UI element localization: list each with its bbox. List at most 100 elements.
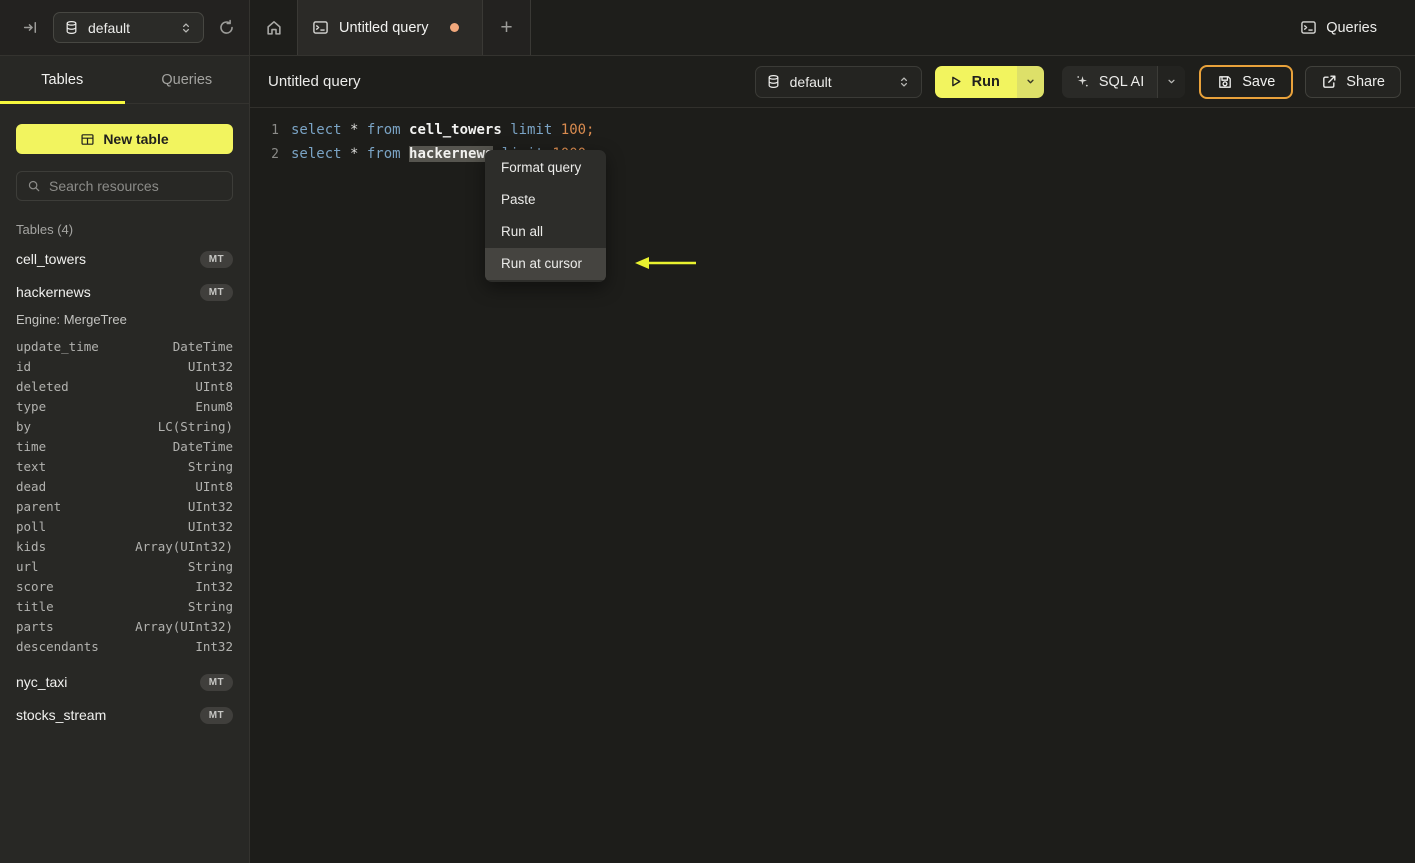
top-bar: default Untitled query + Queries (0, 0, 1415, 56)
column-row: poll UInt32 (16, 516, 233, 536)
terminal-icon (312, 19, 329, 36)
column-row: descendants Int32 (16, 636, 233, 656)
chevron-updown-icon (897, 75, 911, 89)
collapse-sidebar-button[interactable] (22, 19, 39, 36)
code-token: 100; (560, 122, 595, 138)
line-number: 2 (271, 146, 279, 162)
save-button[interactable]: Save (1199, 64, 1294, 99)
column-name: title (16, 598, 54, 614)
sql-ai-options-button[interactable] (1157, 65, 1186, 98)
code-line: 1 select * from cell_towers limit 100; (250, 118, 1415, 142)
table-engine-badge: MT (199, 250, 233, 268)
queries-button[interactable]: Queries (1300, 19, 1377, 36)
column-row: score Int32 (16, 576, 233, 596)
column-name: id (16, 358, 32, 374)
tab-untitled-query[interactable]: Untitled query (297, 0, 483, 55)
column-row: parts Array(UInt32) (16, 616, 233, 636)
code-token: select (291, 122, 351, 138)
column-name: score (16, 578, 54, 594)
chevron-down-icon (1165, 75, 1178, 88)
new-table-label: New table (103, 131, 169, 147)
run-options-button[interactable] (1016, 65, 1044, 98)
column-name: parent (16, 498, 62, 514)
topbar-database-value: default (88, 19, 131, 36)
run-button[interactable]: Run (934, 65, 1017, 98)
sql-ai-button[interactable]: SQL AI (1062, 66, 1157, 98)
code-token: select (291, 146, 351, 162)
menu-item-format-query[interactable]: Format query (485, 152, 606, 184)
play-icon (948, 74, 963, 89)
column-name: poll (16, 518, 47, 534)
sidebar-tables-list: cell_towers MT hackernews MT Engine: MergeTr… (16, 245, 233, 729)
tab-label: Untitled query (339, 19, 429, 36)
sql-editor[interactable]: 1 select * from cell_towers limit 100; 2 se… (250, 108, 1415, 863)
code-token: cell_towers (409, 122, 502, 138)
table-row[interactable]: cell_towers MT (16, 245, 233, 273)
chevron-updown-icon (179, 21, 193, 35)
table-grid-icon (80, 132, 95, 147)
column-row: by LC(String) (16, 416, 233, 436)
table-row[interactable]: hackernews MT (16, 278, 233, 306)
code-token: from (366, 146, 410, 162)
column-name: parts (16, 618, 54, 634)
column-row: title String (16, 596, 233, 616)
search-icon (27, 179, 41, 193)
column-name: deleted (16, 378, 69, 394)
share-icon (1321, 74, 1337, 90)
refresh-button[interactable] (218, 19, 235, 36)
plus-icon: + (500, 15, 513, 39)
query-title: Untitled query (268, 73, 361, 90)
column-name: update_time (16, 338, 99, 354)
save-button-label: Save (1242, 73, 1276, 90)
refresh-icon (218, 19, 235, 36)
sidebar-tab-tables[interactable]: Tables (0, 56, 125, 104)
share-button[interactable]: Share (1305, 65, 1401, 98)
column-type: UInt32 (187, 518, 233, 534)
table-row[interactable]: nyc_taxi MT (16, 668, 233, 696)
sql-ai-split-button: SQL AI (1061, 65, 1186, 98)
column-type: UInt32 (187, 358, 233, 374)
menu-item-run-all[interactable]: Run all (485, 216, 606, 248)
search-resources-input[interactable] (49, 178, 230, 194)
toolbar-database-selector[interactable]: default (754, 65, 922, 98)
sidebar-body: New table Tables (4) cell_towersMThacker… (0, 104, 249, 729)
topbar-database-selector[interactable]: default (53, 12, 204, 43)
column-name: time (16, 438, 47, 454)
menu-item-paste[interactable]: Paste (485, 184, 606, 216)
sparkles-icon (1075, 74, 1090, 89)
home-button[interactable] (250, 0, 297, 55)
column-type: DateTime (172, 338, 233, 354)
column-row: type Enum8 (16, 396, 233, 416)
chevron-down-icon (1024, 75, 1037, 88)
column-row: parent UInt32 (16, 496, 233, 516)
code-token: from (366, 122, 410, 138)
column-type: LC(String) (157, 418, 233, 434)
column-type: String (187, 598, 233, 614)
new-table-button[interactable]: New table (16, 124, 233, 154)
column-type: UInt32 (187, 498, 233, 514)
annotation-arrow (624, 254, 698, 272)
topbar-sidebar-controls: default (0, 0, 250, 55)
new-tab-button[interactable]: + (483, 0, 531, 55)
table-engine-label: Engine: MergeTree (16, 312, 127, 327)
menu-item-run-at-cursor[interactable]: Run at cursor (485, 248, 606, 280)
terminal-icon (1300, 19, 1317, 36)
table-row[interactable]: stocks_stream MT (16, 701, 233, 729)
column-row: update_time DateTime (16, 336, 233, 356)
column-type: String (187, 458, 233, 474)
code-lines: 1 select * from cell_towers limit 100; 2 se… (250, 118, 1415, 166)
table-name: stocks_stream (16, 707, 107, 723)
column-row: deleted UInt8 (16, 376, 233, 396)
query-toolbar: Untitled query default Run SQL AI Save S… (250, 56, 1415, 108)
line-number: 1 (271, 122, 279, 138)
sql-ai-label: SQL AI (1098, 73, 1145, 90)
sidebar: Tables Queries New table Tables (4) cell… (0, 56, 250, 863)
column-name: text (16, 458, 47, 474)
tables-section-label: Tables (4) (16, 222, 74, 237)
sidebar-tab-queries[interactable]: Queries (125, 56, 250, 103)
column-name: url (16, 558, 39, 574)
column-type: UInt8 (195, 378, 233, 394)
column-name: type (16, 398, 47, 414)
column-name: dead (16, 478, 47, 494)
